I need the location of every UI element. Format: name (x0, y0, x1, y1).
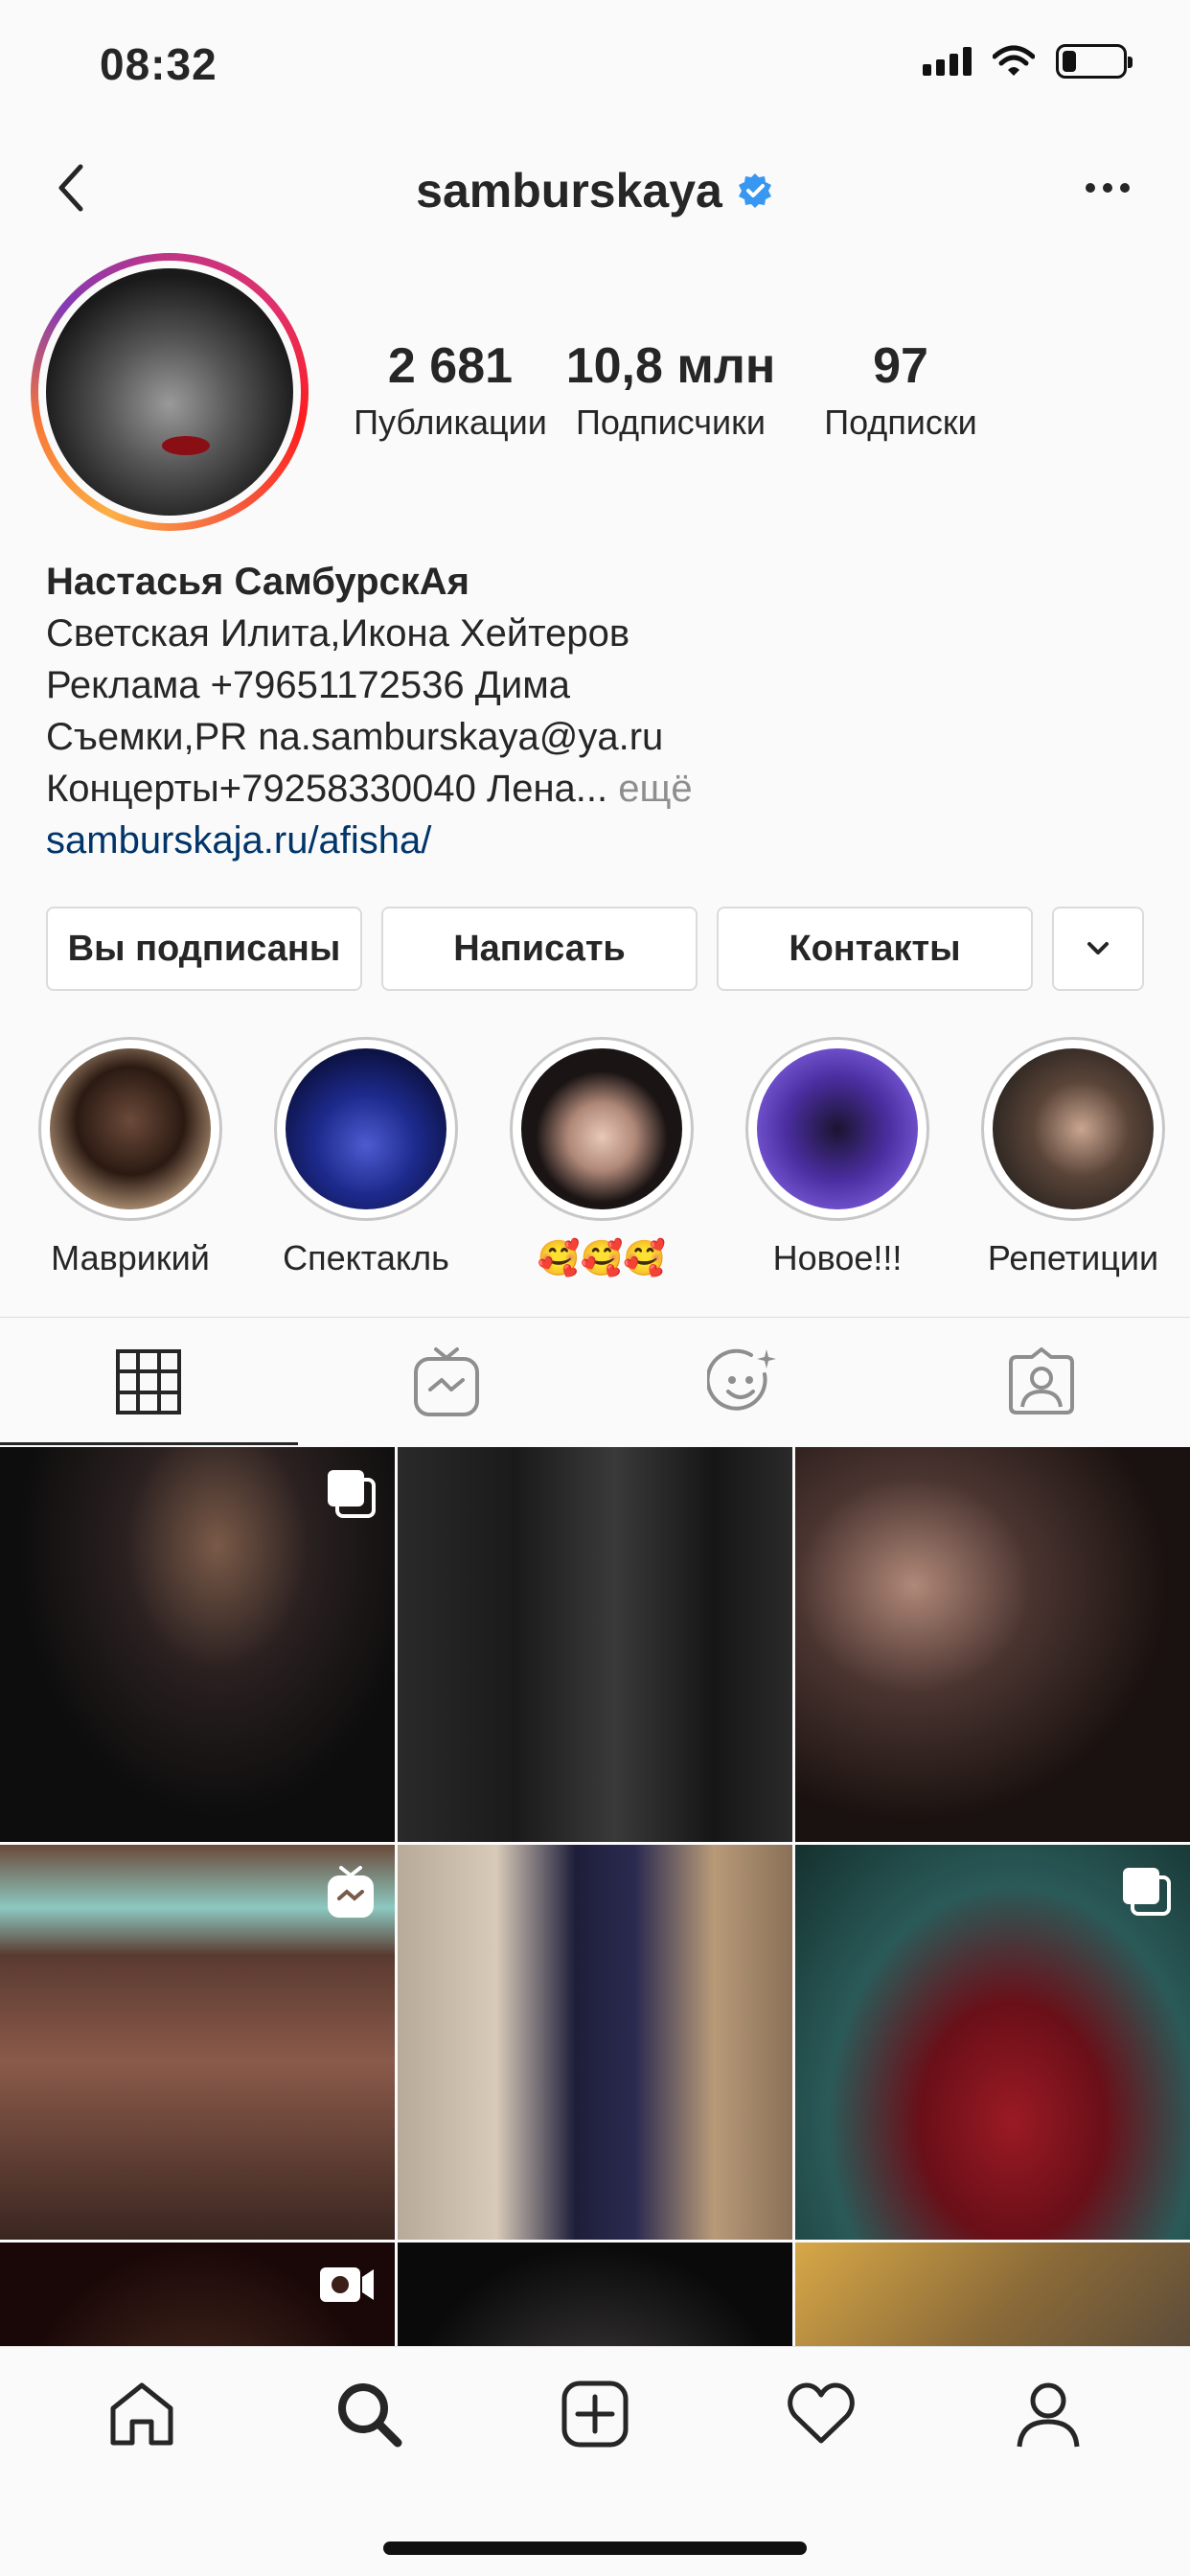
post-thumbnail[interactable] (795, 1447, 1190, 1842)
message-button[interactable]: Написать (381, 907, 698, 991)
highlight-label: 🥰🥰🥰 (537, 1238, 667, 1277)
highlight-label: Спектакль (283, 1238, 449, 1277)
followers-count: 10,8 млн (565, 338, 776, 394)
igtv-badge-icon (328, 1866, 374, 1918)
highlight-label: Новое!!! (772, 1238, 903, 1277)
post-thumbnail[interactable] (0, 1447, 395, 1842)
status-icons (923, 44, 1133, 79)
add-post-icon (561, 2380, 629, 2448)
nav-new-post[interactable] (552, 2371, 638, 2457)
bio-line-last: Концерты+79258330040 Лена... ещё (46, 763, 1148, 815)
heart-icon (788, 2382, 856, 2444)
following-count: 97 (873, 338, 928, 394)
home-indicator[interactable] (383, 2542, 807, 2555)
highlight-item[interactable]: Спектакль (274, 1037, 458, 1278)
highlight-cover (521, 1048, 682, 1209)
full-name: Настасья СамбурскАя (46, 561, 470, 603)
nav-activity[interactable] (778, 2371, 864, 2457)
highlight-label: Репетиции (987, 1238, 1159, 1277)
profile-bio: Настасья СамбурскАя Светская Илита,Икона… (46, 556, 1148, 866)
username: samburskaya (416, 164, 722, 218)
battery-icon (1056, 44, 1133, 79)
avatar-image (46, 268, 293, 516)
highlight-cover (50, 1048, 211, 1209)
profile-header: samburskaya (0, 144, 1190, 240)
reels-effects-icon (707, 1348, 777, 1411)
bio-website-link[interactable]: samburskaja.ru/afisha/ (46, 815, 1148, 866)
following-button[interactable]: Вы подписаны (46, 907, 362, 991)
verified-badge-icon (738, 173, 771, 208)
contacts-button[interactable]: Контакты (717, 907, 1033, 991)
post-thumbnail[interactable] (0, 1845, 395, 2240)
profile-stats: 2 681 Публикации 10,8 млн Подписчики 97 … (345, 337, 1016, 443)
bio-line: Съемки,PR na.samburskaya@ya.ru (46, 716, 664, 758)
stat-followers[interactable]: 10,8 млн Подписчики (556, 337, 786, 443)
highlight-cover (286, 1048, 446, 1209)
status-bar: 08:32 (0, 0, 1190, 134)
followers-label: Подписчики (575, 402, 767, 442)
story-highlights: Маврикий Спектакль 🥰🥰🥰 Новое!!! Репетици… (38, 1037, 1165, 1278)
tab-effects[interactable] (595, 1318, 893, 1445)
highlight-label: Маврикий (51, 1238, 210, 1277)
wifi-icon (993, 45, 1035, 76)
stat-posts[interactable]: 2 681 Публикации (345, 337, 556, 443)
following-label: Подписки (824, 402, 977, 442)
post-thumbnail[interactable] (398, 1845, 792, 2240)
status-time: 08:32 (100, 39, 217, 89)
tab-tagged[interactable] (893, 1318, 1190, 1445)
profile-actions: Вы подписаны Написать Контакты (46, 907, 1144, 991)
highlight-cover (757, 1048, 918, 1209)
posts-label: Публикации (354, 402, 547, 442)
posts-count: 2 681 (387, 338, 514, 394)
carousel-icon (328, 1470, 376, 1518)
post-thumbnail[interactable] (398, 1447, 792, 1842)
highlight-item[interactable]: Новое!!! (745, 1037, 929, 1278)
bottom-navigation (0, 2346, 1190, 2576)
search-icon (337, 2383, 402, 2448)
signal-icon (923, 47, 972, 76)
profile-tabs (0, 1317, 1190, 1445)
more-options-icon[interactable] (1079, 169, 1136, 207)
bio-line-text: Концерты+79258330040 Лена... (46, 768, 608, 810)
igtv-icon (413, 1346, 479, 1416)
nav-search[interactable] (326, 2371, 412, 2457)
home-icon (110, 2382, 173, 2446)
profile-icon (1017, 2382, 1080, 2448)
profile-avatar[interactable] (31, 253, 309, 531)
bio-line: Светская Илита,Икона Хейтеров (46, 612, 630, 655)
carousel-icon (1123, 1868, 1171, 1916)
highlight-item[interactable]: Репетиции (981, 1037, 1165, 1278)
video-icon (320, 2267, 374, 2302)
bio-line: Реклама +79651172536 Дима (46, 664, 570, 706)
nav-profile[interactable] (1005, 2371, 1091, 2457)
highlight-item[interactable]: 🥰🥰🥰 (510, 1037, 694, 1278)
nav-home[interactable] (99, 2371, 185, 2457)
highlight-cover (993, 1048, 1154, 1209)
username-title: samburskaya (0, 163, 1190, 218)
tagged-icon (1008, 1346, 1074, 1414)
bio-more-link[interactable]: ещё (618, 768, 692, 810)
chevron-down-icon (1087, 942, 1109, 954)
grid-icon (116, 1348, 182, 1414)
stat-following[interactable]: 97 Подписки (786, 337, 1016, 443)
tab-grid[interactable] (0, 1318, 298, 1445)
post-thumbnail[interactable] (795, 1845, 1190, 2240)
suggested-dropdown-button[interactable] (1052, 907, 1144, 991)
highlight-item[interactable]: Маврикий (38, 1037, 222, 1278)
tab-igtv[interactable] (298, 1318, 596, 1445)
